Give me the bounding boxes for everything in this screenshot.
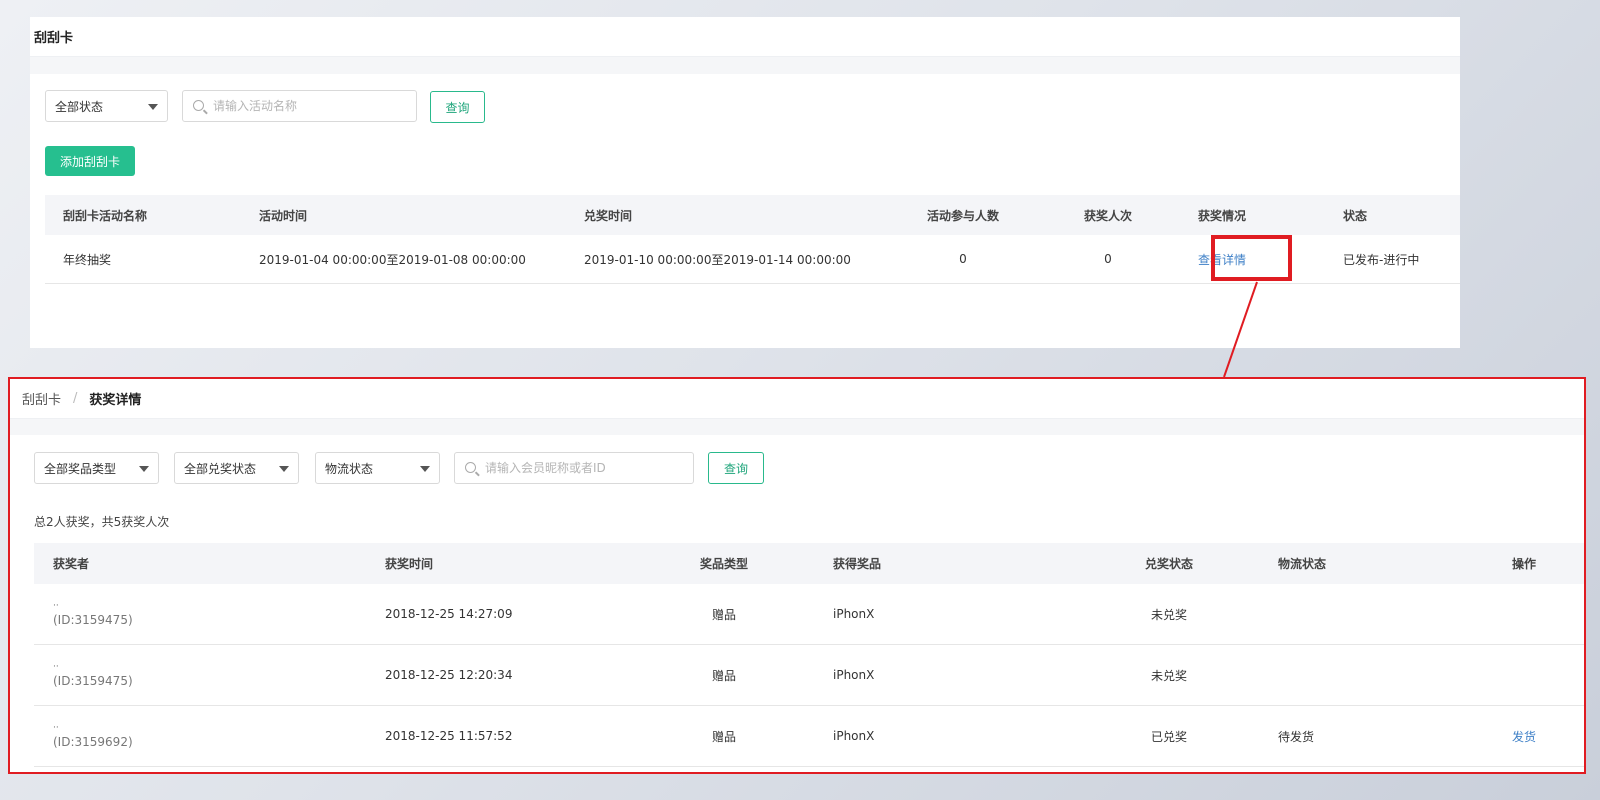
member-search-field[interactable] — [454, 452, 694, 484]
action-link[interactable] — [1494, 584, 1554, 644]
activity-time: 2019-01-04 00:00:00至2019-01-08 00:00:00 — [259, 252, 526, 267]
col-redeem-status: 兑奖状态 — [1144, 557, 1193, 571]
redeem-status-select[interactable]: 全部兑奖状态 — [174, 452, 299, 484]
prize-type: 赠品 — [711, 668, 736, 683]
panel-gap — [30, 57, 1460, 74]
action-link[interactable] — [1494, 645, 1554, 705]
table-row: ·· (ID:3159692) 2018-12-25 11:57:52 赠品 i… — [34, 706, 1584, 767]
logistics-status-select[interactable]: 物流状态 — [315, 452, 440, 484]
table-row: ·· (ID:3159475) 2018-12-25 14:27:09 赠品 i… — [34, 584, 1584, 645]
col-logistics-status: 物流状态 — [1278, 557, 1327, 571]
member-search-input[interactable] — [485, 461, 693, 475]
activity-table: 刮刮卡活动名称 活动时间 兑奖时间 活动参与人数 获奖人次 获奖情况 状态 年终… — [45, 195, 1460, 284]
activity-search-field[interactable] — [182, 90, 417, 122]
col-status: 状态 — [1343, 208, 1368, 223]
logistics-status: 待发货 — [1278, 729, 1315, 744]
col-prize: 获得奖品 — [833, 557, 882, 571]
breadcrumb-current: 获奖详情 — [89, 393, 142, 408]
col-participants: 活动参与人数 — [926, 208, 999, 223]
breadcrumb-parent[interactable]: 刮刮卡 — [22, 389, 61, 408]
breadcrumb: 刮刮卡 / 获奖详情 — [10, 379, 1584, 419]
prize-type: 赠品 — [711, 729, 736, 744]
col-winners: 获奖人次 — [1083, 208, 1132, 223]
prize-name: iPhonX — [833, 729, 875, 743]
winner-id: (ID:3159692) — [53, 735, 133, 749]
chevron-down-icon — [148, 104, 158, 110]
col-redeem-time: 兑奖时间 — [584, 208, 633, 223]
query-button[interactable]: 查询 — [708, 452, 764, 484]
col-activity-time: 活动时间 — [259, 208, 308, 223]
col-activity-name: 刮刮卡活动名称 — [63, 208, 148, 223]
win-time: 2018-12-25 14:27:09 — [385, 607, 513, 621]
redeem-time: 2019-01-10 00:00:00至2019-01-14 00:00:00 — [584, 252, 851, 267]
status-filter-select[interactable]: 全部状态 — [45, 90, 168, 122]
redeem-status-value: 全部兑奖状态 — [184, 461, 257, 476]
ship-action-link[interactable]: 发货 — [1494, 706, 1554, 766]
prize-type-value: 全部奖品类型 — [44, 461, 117, 476]
add-scratch-card-button[interactable]: 添加刮刮卡 — [45, 146, 135, 176]
panel-gap — [10, 419, 1584, 435]
table-header: 获奖者 获奖时间 奖品类型 获得奖品 兑奖状态 物流状态 操作 — [34, 543, 1584, 584]
logistics-status-value: 物流状态 — [325, 461, 374, 476]
status-filter-value: 全部状态 — [55, 99, 104, 114]
prize-type: 赠品 — [711, 607, 736, 622]
chevron-down-icon — [139, 466, 149, 472]
chevron-down-icon — [420, 466, 430, 472]
prize-name: iPhonX — [833, 668, 875, 682]
search-icon — [465, 462, 476, 473]
winner-details-panel: 刮刮卡 / 获奖详情 全部奖品类型 全部兑奖状态 物流状态 查询 总2人获奖，共… — [8, 377, 1586, 774]
winner-nickname: ·· — [53, 723, 59, 733]
table-row: ·· (ID:3159475) 2018-12-25 12:20:34 赠品 i… — [34, 645, 1584, 706]
redeem-status: 已兑奖 — [1150, 729, 1187, 744]
winner-cell: ·· (ID:3159475) — [53, 645, 133, 705]
table-header: 刮刮卡活动名称 活动时间 兑奖时间 活动参与人数 获奖人次 获奖情况 状态 — [45, 195, 1460, 235]
redeem-status: 未兑奖 — [1150, 607, 1187, 622]
activity-name: 年终抽奖 — [63, 252, 112, 267]
col-prize-type: 奖品类型 — [699, 557, 748, 571]
page-title: 刮刮卡 — [30, 17, 1460, 57]
winner-summary: 总2人获奖，共5获奖人次 — [34, 515, 170, 529]
win-time: 2018-12-25 12:20:34 — [385, 668, 513, 682]
prize-name: iPhonX — [833, 607, 875, 621]
participant-count: 0 — [959, 252, 967, 266]
winner-cell: ·· (ID:3159475) — [53, 584, 133, 644]
col-actions: 操作 — [1511, 557, 1536, 571]
winner-nickname: ·· — [53, 662, 59, 672]
scratch-card-list-panel: 刮刮卡 全部状态 查询 添加刮刮卡 刮刮卡活动名称 活动时间 兑奖时间 活动参与… — [30, 17, 1460, 348]
query-button[interactable]: 查询 — [430, 91, 485, 123]
winner-id: (ID:3159475) — [53, 674, 133, 688]
chevron-down-icon — [279, 466, 289, 472]
winner-table: 获奖者 获奖时间 奖品类型 获得奖品 兑奖状态 物流状态 操作 ·· (ID:3… — [34, 543, 1584, 767]
winner-count: 0 — [1104, 252, 1112, 266]
prize-type-select[interactable]: 全部奖品类型 — [34, 452, 159, 484]
activity-status: 已发布-进行中 — [1343, 252, 1420, 267]
win-time: 2018-12-25 11:57:52 — [385, 729, 513, 743]
col-win-time: 获奖时间 — [385, 557, 434, 571]
col-winner: 获奖者 — [53, 557, 90, 571]
winner-id: (ID:3159475) — [53, 613, 133, 627]
breadcrumb-separator: / — [73, 391, 78, 406]
table-row: 年终抽奖 2019-01-04 00:00:00至2019-01-08 00:0… — [45, 235, 1460, 284]
view-details-link[interactable]: 查看详情 — [1198, 235, 1246, 283]
redeem-status: 未兑奖 — [1150, 668, 1187, 683]
winner-cell: ·· (ID:3159692) — [53, 706, 133, 766]
search-icon — [193, 100, 204, 111]
activity-search-input[interactable] — [213, 99, 416, 113]
col-win-status: 获奖情况 — [1198, 208, 1247, 223]
winner-nickname: ·· — [53, 601, 59, 611]
